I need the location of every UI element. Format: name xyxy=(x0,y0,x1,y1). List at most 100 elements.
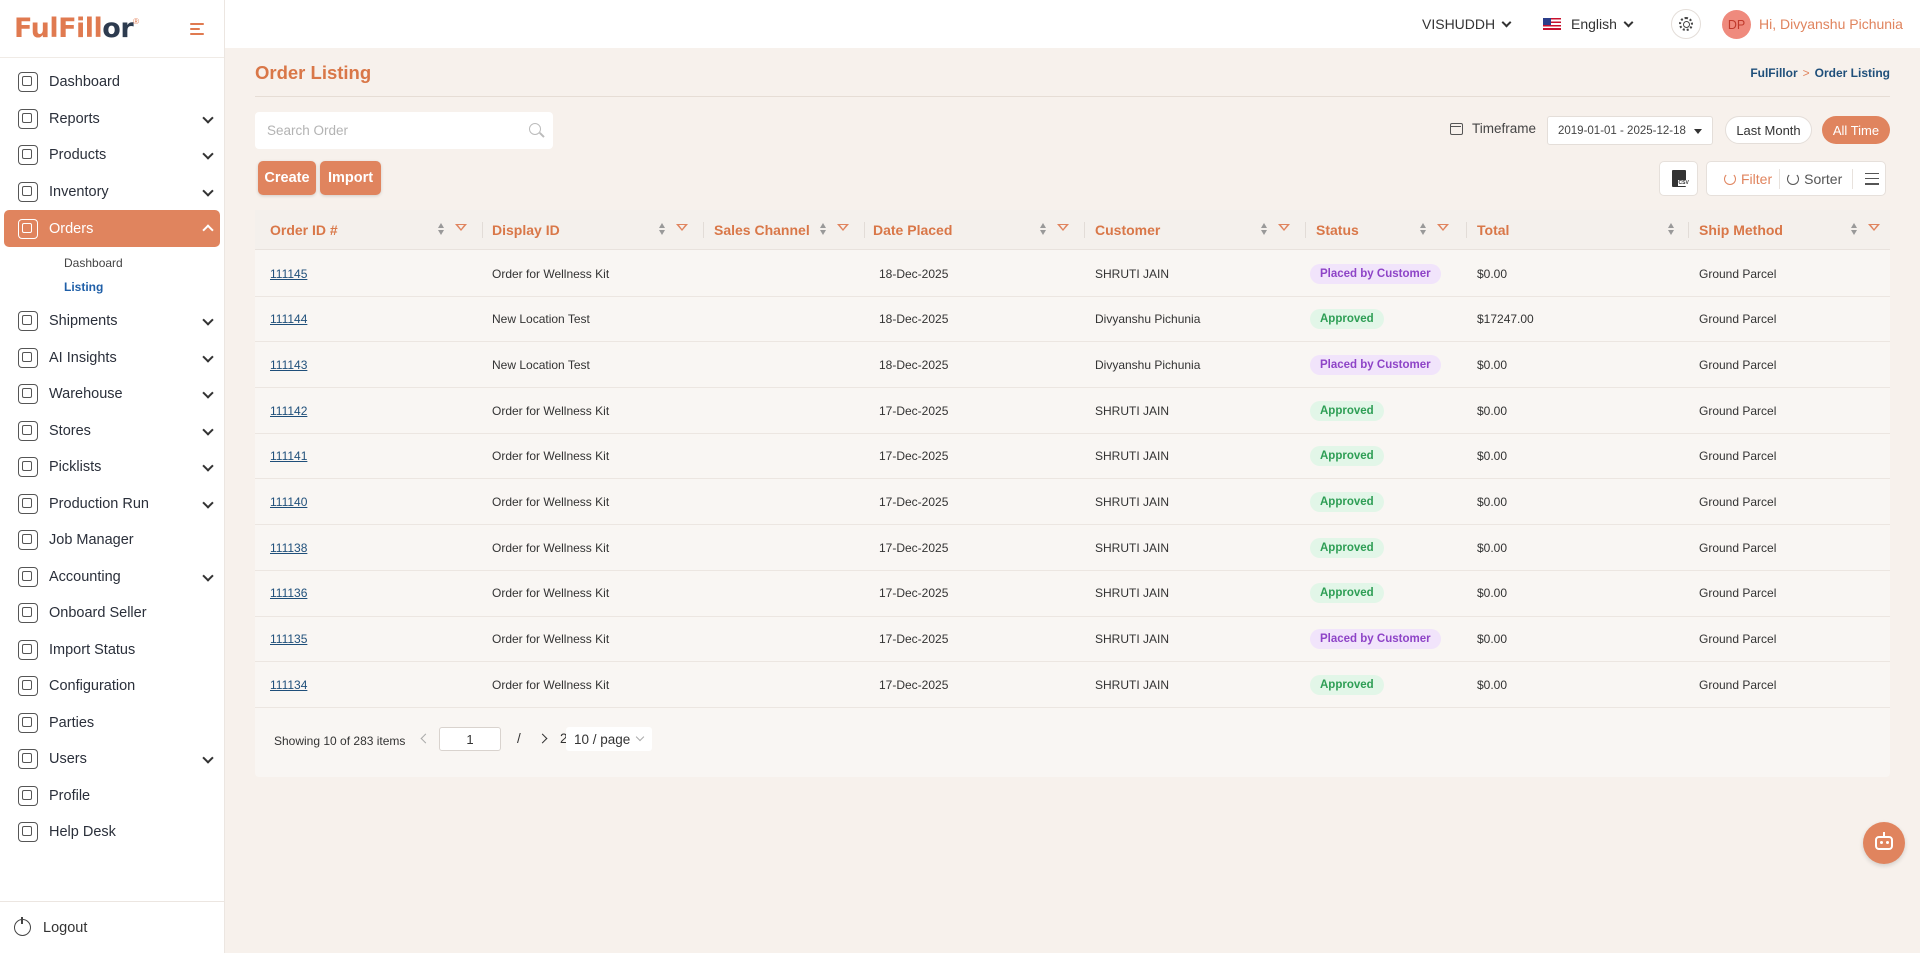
timeframe-select[interactable]: 2019-01-01 - 2025-12-18 xyxy=(1547,116,1713,145)
sort-icon[interactable] xyxy=(659,223,666,236)
sidebar-item-dashboard[interactable]: Dashboard xyxy=(0,64,224,101)
sort-icon[interactable] xyxy=(1261,223,1268,236)
column-header-display-id[interactable]: Display ID xyxy=(492,210,560,250)
search-input[interactable] xyxy=(267,123,507,138)
sort-icon[interactable] xyxy=(820,223,827,236)
column-header-sales-channel[interactable]: Sales Channel xyxy=(714,210,810,250)
column-divider xyxy=(1688,222,1689,238)
filter-icon[interactable] xyxy=(455,224,467,236)
column-header-date-placed[interactable]: Date Placed xyxy=(873,210,952,250)
sidebar-item-import-status[interactable]: Import Status xyxy=(0,632,224,669)
column-settings-icon[interactable] xyxy=(1865,172,1880,185)
order-id-link[interactable]: 111134 xyxy=(270,678,307,692)
filter-reset-button[interactable]: Filter xyxy=(1707,168,1781,189)
order-id-link[interactable]: 111145 xyxy=(270,267,307,281)
table-row[interactable]: 111144 New Location Test 18-Dec-2025 Divyan… xyxy=(255,297,1890,343)
sidebar-item-profile[interactable]: Profile xyxy=(0,778,224,815)
sidebar-item-production-run[interactable]: Production Run xyxy=(0,486,224,523)
sidebar-item-warehouse[interactable]: Warehouse xyxy=(0,376,224,413)
table-row[interactable]: 111136 Order for Wellness Kit 17-Dec-2025 S… xyxy=(255,571,1890,617)
chevron-down-icon xyxy=(202,148,214,160)
cell-display-id: New Location Test xyxy=(492,312,590,327)
sidebar-item-help-desk[interactable]: Help Desk xyxy=(0,814,224,851)
filter-icon[interactable] xyxy=(1868,224,1880,236)
orders-sub-listing[interactable]: Listing xyxy=(0,275,224,299)
sorter-reset-button[interactable]: Sorter xyxy=(1780,168,1854,189)
order-id-link[interactable]: 111138 xyxy=(270,541,307,555)
sidebar-item-inventory[interactable]: Inventory xyxy=(0,174,224,211)
chatbot-button[interactable] xyxy=(1863,822,1905,864)
sidebar-item-users[interactable]: Users xyxy=(0,741,224,778)
all-time-button[interactable]: All Time xyxy=(1822,116,1890,144)
sidebar-item-orders[interactable]: Orders xyxy=(4,210,220,247)
sidebar-item-shipments[interactable]: Shipments xyxy=(0,303,224,340)
sidebar-item-ai-insights[interactable]: AI Insights xyxy=(0,340,224,377)
user-greeting[interactable]: Hi, Divyanshu Pichunia xyxy=(1759,0,1903,48)
sidebar-item-reports[interactable]: Reports xyxy=(0,101,224,138)
sidebar-item-accounting[interactable]: Accounting xyxy=(0,559,224,596)
settings-button[interactable] xyxy=(1671,9,1701,39)
table-row[interactable]: 111138 Order for Wellness Kit 17-Dec-2025 S… xyxy=(255,525,1890,571)
chevron-down-icon xyxy=(202,314,214,326)
sidebar-item-configuration[interactable]: Configuration xyxy=(0,668,224,705)
collapse-menu-icon[interactable] xyxy=(190,19,212,39)
calendar-icon xyxy=(1450,122,1463,135)
table-row[interactable]: 111140 Order for Wellness Kit 17-Dec-2025 S… xyxy=(255,480,1890,526)
sidebar-item-job-manager[interactable]: Job Manager xyxy=(0,522,224,559)
sidebar-item-picklists[interactable]: Picklists xyxy=(0,449,224,486)
order-id-link[interactable]: 111143 xyxy=(270,358,307,372)
filter-icon[interactable] xyxy=(1437,224,1449,236)
sort-icon[interactable] xyxy=(1668,223,1675,236)
cell-total: $0.00 xyxy=(1477,677,1508,692)
order-id-link[interactable]: 111142 xyxy=(270,404,307,418)
column-header-ship-method[interactable]: Ship Method xyxy=(1699,210,1783,250)
table-row[interactable]: 111145 Order for Wellness Kit 18-Dec-2025 S… xyxy=(255,251,1890,297)
column-header-order-id[interactable]: Order ID # xyxy=(270,210,338,250)
order-id-link[interactable]: 111136 xyxy=(270,586,307,600)
import-button[interactable]: Import xyxy=(320,161,381,195)
filter-icon[interactable] xyxy=(1057,224,1069,236)
sidebar-item-parties[interactable]: Parties xyxy=(0,705,224,742)
chevron-left-icon[interactable] xyxy=(420,733,431,744)
logo[interactable]: FulFillor ® xyxy=(0,0,224,58)
sort-icon[interactable] xyxy=(1040,223,1047,236)
search-icon[interactable] xyxy=(529,123,541,135)
table-row[interactable]: 111141 Order for Wellness Kit 17-Dec-2025 S… xyxy=(255,434,1890,480)
order-id-link[interactable]: 111141 xyxy=(270,449,307,463)
filter-label: Filter xyxy=(1741,170,1773,187)
create-button[interactable]: Create xyxy=(258,161,316,195)
account-switcher[interactable]: VISHUDDH xyxy=(1422,0,1512,48)
sort-icon[interactable] xyxy=(438,223,445,236)
sort-icon[interactable] xyxy=(1420,223,1427,236)
order-id-link[interactable]: 111135 xyxy=(270,632,307,646)
last-month-button[interactable]: Last Month xyxy=(1725,116,1812,144)
filter-icon[interactable] xyxy=(837,224,849,236)
avatar[interactable]: DP xyxy=(1722,10,1751,39)
pagination-summary: Showing 10 of 283 items xyxy=(274,734,406,748)
sidebar-item-products[interactable]: Products xyxy=(0,137,224,174)
table-row[interactable]: 111142 Order for Wellness Kit 17-Dec-2025 S… xyxy=(255,388,1890,434)
export-csv-button[interactable] xyxy=(1659,161,1698,196)
logout-button[interactable]: Logout xyxy=(0,901,225,953)
sort-icon[interactable] xyxy=(1851,223,1858,236)
sidebar-item-onboard-seller[interactable]: Onboard Seller xyxy=(0,595,224,632)
page-size-select[interactable]: 10 / page xyxy=(566,727,652,751)
filter-icon[interactable] xyxy=(676,224,688,236)
cell-order-id: 111138 xyxy=(270,525,307,570)
orders-sub-dashboard[interactable]: Dashboard xyxy=(0,251,224,275)
filter-icon[interactable] xyxy=(1278,224,1290,236)
page-input[interactable]: 1 xyxy=(439,727,501,751)
language-selector[interactable]: English xyxy=(1543,0,1634,48)
sidebar-item-label: Job Manager xyxy=(49,532,134,549)
breadcrumb-root[interactable]: FulFillor xyxy=(1750,66,1797,80)
column-header-customer[interactable]: Customer xyxy=(1095,210,1160,250)
table-row[interactable]: 111143 New Location Test 18-Dec-2025 Divyan… xyxy=(255,342,1890,389)
cell-display-id: New Location Test xyxy=(492,357,590,372)
order-id-link[interactable]: 111144 xyxy=(270,312,307,326)
table-row[interactable]: 111134 Order for Wellness Kit 17-Dec-2025 S… xyxy=(255,662,1890,708)
order-id-link[interactable]: 111140 xyxy=(270,495,307,509)
sidebar-item-stores[interactable]: Stores xyxy=(0,413,224,450)
column-header-status[interactable]: Status xyxy=(1316,210,1359,250)
table-row[interactable]: 111135 Order for Wellness Kit 17-Dec-2025 S… xyxy=(255,617,1890,663)
column-header-total[interactable]: Total xyxy=(1477,210,1509,250)
